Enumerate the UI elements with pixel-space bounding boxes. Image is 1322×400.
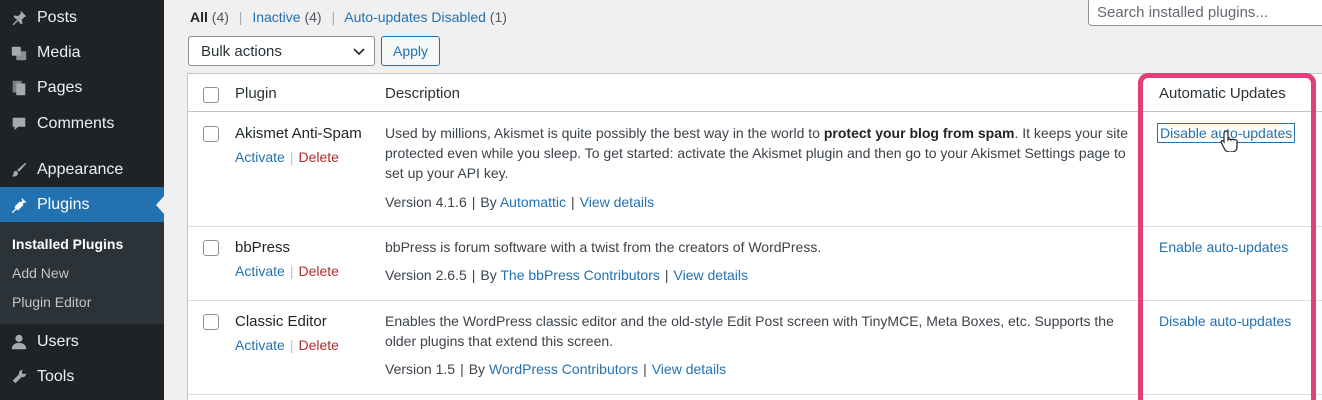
filter-auto-updates-disabled[interactable]: Auto-updates Disabled (1) [344,9,507,25]
delete-link[interactable]: Delete [298,263,338,279]
plugin-description: Enables the WordPress classic editor and… [385,313,1114,349]
menu-label: Pages [37,78,83,96]
pages-icon [9,78,29,98]
activate-link[interactable]: Activate [235,337,285,353]
plugins-submenu: Installed Plugins Add New Plugin Editor [0,222,164,324]
delete-link[interactable]: Delete [298,149,338,165]
author-link[interactable]: WordPress Contributors [489,361,638,377]
bulk-actions-select[interactable]: Bulk actions [188,36,375,66]
table-row: Akismet Anti-Spam Activate | Delete Used b… [188,113,1322,227]
row-actions: Activate | Delete [235,149,339,165]
action-separator: | [289,263,294,279]
table-header: Plugin Description Automatic Updates [188,74,1322,112]
menu-label: Tools [37,367,75,385]
menu-item-users[interactable]: Users [0,324,164,359]
menu-label: Posts [37,8,78,26]
menu-item-media[interactable]: Media [0,35,164,70]
author-link[interactable]: Automattic [500,194,566,210]
apply-button[interactable]: Apply [381,36,440,66]
row-actions: Activate | Delete [235,263,339,279]
author-link[interactable]: The bbPress Contributors [500,267,660,283]
enable-auto-updates-link[interactable]: Enable auto-updates [1159,239,1288,255]
row-checkbox[interactable] [203,240,219,256]
media-icon [9,43,29,63]
column-header-plugin[interactable]: Plugin [235,85,277,102]
plugin-meta: Version 4.1.6 | By Automattic | View details [385,194,655,210]
plugin-description: Used by millions, Akismet is quite possi… [385,125,1129,181]
disable-auto-updates-link[interactable]: Disable auto-updates [1159,313,1291,329]
menu-item-pages[interactable]: Pages [0,70,164,105]
filter-separator: | [331,9,336,25]
admin-sidebar: Posts Media Pages Comments Appearance Pl… [0,0,164,400]
menu-label: Media [37,43,81,61]
submenu-installed-plugins[interactable]: Installed Plugins [12,236,123,252]
hand-cursor-icon [1220,130,1238,152]
filter-separator: | [238,9,243,25]
table-row: bbPress Activate | Delete bbPress is forum… [188,227,1322,301]
row-checkbox[interactable] [203,314,219,330]
filter-inactive[interactable]: Inactive (4) [252,9,321,25]
plugin-meta: Version 2.6.5 | By The bbPress Contributor… [385,267,748,283]
activate-link[interactable]: Activate [235,263,285,279]
main-content: All (4) | Inactive (4) | Auto-updates Di… [164,0,1322,400]
filter-all[interactable]: All (4) [190,9,229,25]
menu-item-posts[interactable]: Posts [0,0,164,35]
row-checkbox[interactable] [203,126,219,142]
submenu-add-new[interactable]: Add New [12,265,69,281]
row-actions: Activate | Delete [235,337,339,353]
menu-item-plugins[interactable]: Plugins [0,187,164,222]
menu-label: Comments [37,114,115,132]
bulk-actions-label: Bulk actions [201,42,282,60]
pin-icon [9,8,29,28]
menu-label: Appearance [37,160,124,178]
table-row: Classic Editor Activate | Delete Enables t… [188,301,1322,395]
chevron-down-icon [353,48,365,56]
plugin-meta: Version 1.5 | By WordPress Contributors | Vi… [385,361,727,377]
plugins-table: Plugin Description Automatic Updates Aki… [187,73,1322,400]
plugin-name: bbPress [235,239,291,256]
column-header-description: Description [385,85,461,102]
brush-icon [9,160,29,180]
action-separator: | [289,337,294,353]
comment-icon [9,114,29,134]
plugin-name: Akismet Anti-Spam [235,125,362,142]
menu-item-tools[interactable]: Tools [0,359,164,394]
activate-link[interactable]: Activate [235,149,285,165]
wrench-icon [9,367,29,387]
column-header-automatic-updates: Automatic Updates [1159,85,1286,102]
plug-icon [9,195,29,215]
status-filters: All (4) | Inactive (4) | Auto-updates Di… [190,9,507,25]
view-details-link[interactable]: View details [652,361,726,377]
select-all-checkbox[interactable] [203,87,219,103]
plugin-name: Classic Editor [235,313,327,330]
menu-label: Users [37,332,79,350]
plugin-description: bbPress is forum software with a twist f… [385,239,822,255]
submenu-plugin-editor[interactable]: Plugin Editor [12,294,91,310]
search-plugins-input[interactable] [1088,0,1322,26]
menu-item-comments[interactable]: Comments [0,106,164,141]
view-details-link[interactable]: View details [674,267,748,283]
delete-link[interactable]: Delete [298,337,338,353]
menu-item-appearance[interactable]: Appearance [0,152,164,187]
menu-label: Plugins [37,195,90,213]
action-separator: | [289,149,294,165]
user-icon [9,332,29,352]
view-details-link[interactable]: View details [580,194,654,210]
